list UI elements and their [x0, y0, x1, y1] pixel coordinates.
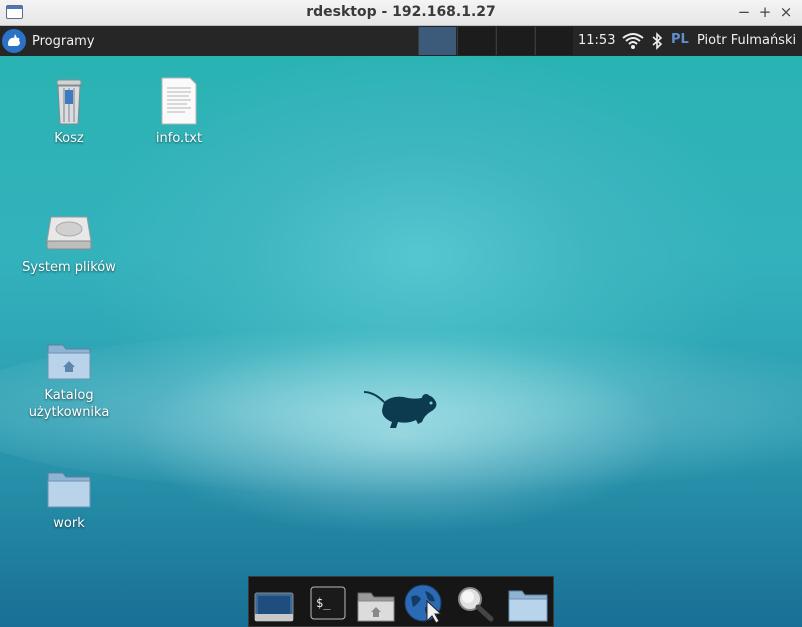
applications-menu-label: Programy [32, 33, 95, 49]
xfce-mouse-logo [360, 388, 442, 440]
folder-icon[interactable] [507, 583, 549, 623]
window-title: rdesktop - 192.168.1.27 [306, 4, 496, 20]
hard-drive-icon [45, 211, 93, 255]
top-panel: Programy 11:53 PL Piotr Fulmański [0, 26, 802, 56]
desktop-icon-work[interactable]: work [21, 469, 117, 532]
workspace-4[interactable] [535, 27, 573, 55]
search-icon[interactable] [453, 583, 495, 623]
desktop-icon-label: Kosz [54, 131, 84, 146]
close-button[interactable]: × [777, 3, 795, 21]
trash-icon [45, 76, 93, 126]
file-manager-icon[interactable] [355, 583, 397, 623]
desktop-icon-home[interactable]: Katalog użytkownika [21, 341, 117, 421]
terminal-icon[interactable]: $_ [307, 583, 349, 623]
keyboard-layout-indicator[interactable]: PL [671, 32, 689, 47]
minimize-button[interactable]: − [735, 3, 753, 21]
workspace-1[interactable] [418, 27, 456, 55]
desktop[interactable]: Kosz info.txt System plików Katalog użyt… [0, 56, 802, 627]
xfce-logo-icon [2, 29, 26, 53]
desktop-icon-label: System plików [22, 260, 116, 275]
folder-icon [45, 469, 93, 511]
desktop-icon-info-txt[interactable]: info.txt [131, 76, 227, 147]
maximize-button[interactable]: + [756, 3, 774, 21]
show-desktop-icon[interactable] [253, 583, 295, 623]
applications-menu-button[interactable]: Programy [2, 28, 95, 54]
workspace-2[interactable] [457, 27, 495, 55]
home-folder-icon [45, 341, 93, 383]
wifi-icon[interactable] [622, 32, 644, 54]
desktop-icon-label: work [53, 516, 85, 531]
bluetooth-icon[interactable] [651, 32, 663, 54]
web-browser-icon[interactable] [403, 583, 445, 624]
desktop-icon-label: Katalog użytkownika [28, 388, 110, 420]
text-file-icon [155, 76, 203, 126]
user-name[interactable]: Piotr Fulmański [697, 33, 796, 48]
bottom-dock: $_ [248, 576, 554, 627]
clock[interactable]: 11:53 [578, 33, 615, 48]
workspace-3[interactable] [496, 27, 534, 55]
desktop-icon-trash[interactable]: Kosz [21, 76, 117, 147]
desktop-icon-file-system[interactable]: System plików [21, 211, 117, 276]
window-titlebar[interactable]: rdesktop - 192.168.1.27 − + × [0, 0, 802, 26]
desktop-icon-label: info.txt [155, 131, 203, 146]
svg-text:$_: $_ [316, 596, 331, 610]
